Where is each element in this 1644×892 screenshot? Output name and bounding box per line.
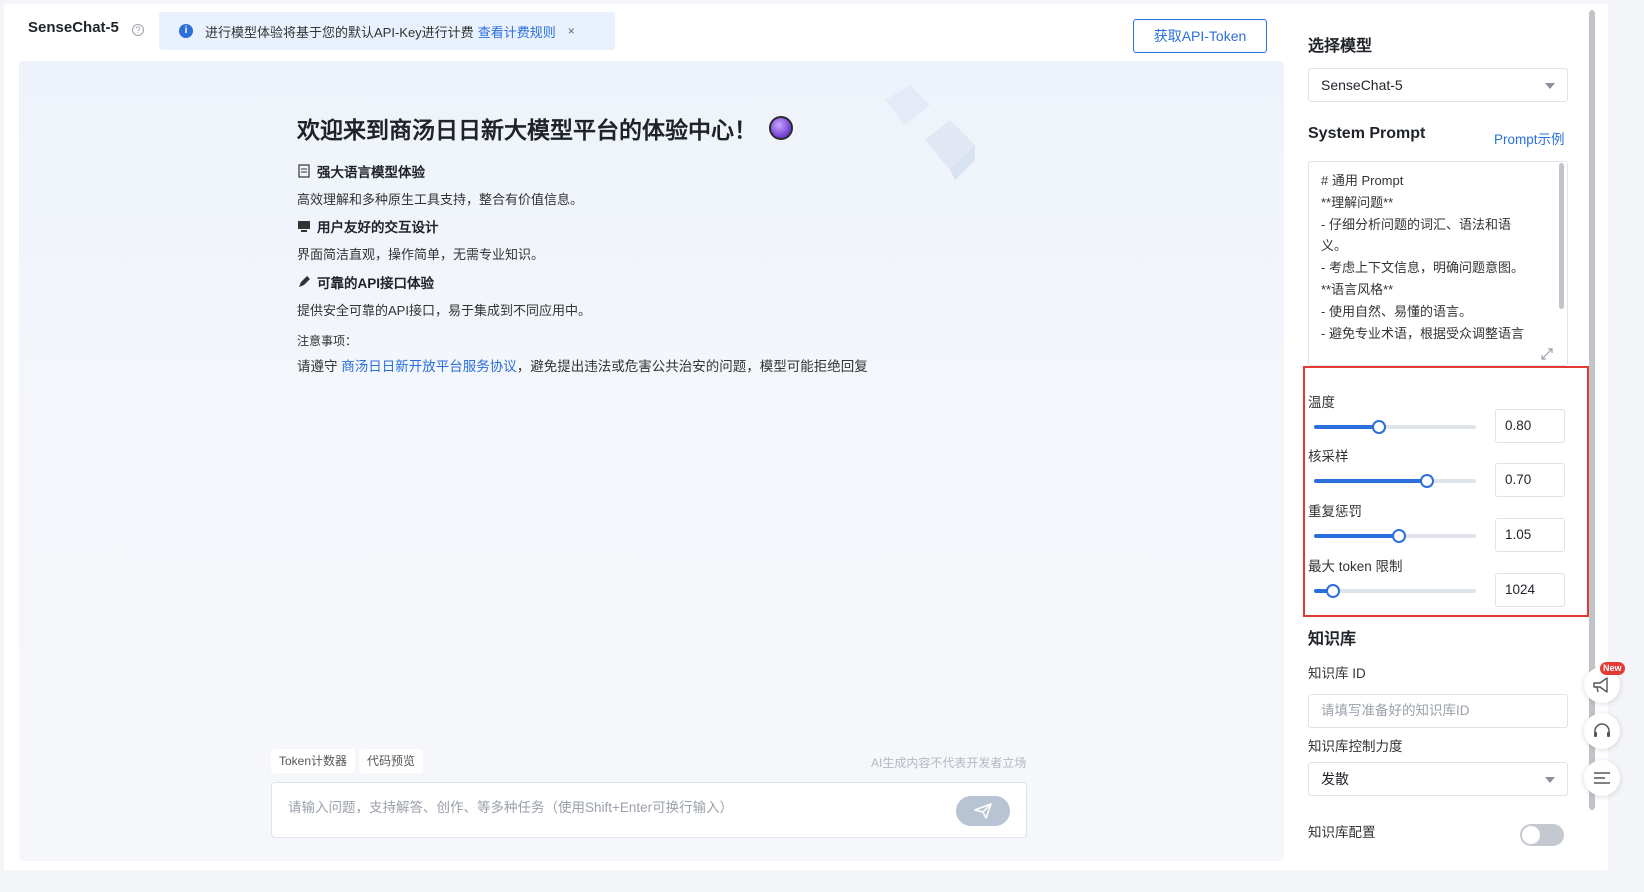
slider-thumb[interactable] (1371, 420, 1386, 434)
notice-suffix: ，避免提出违法或危害公共治安的问题，模型可能拒绝回复 (516, 359, 868, 374)
notice-label: 注意事项： (297, 334, 358, 348)
repetition-penalty-label: 重复惩罚 (1308, 504, 1362, 519)
prompt-line: # 通用 Prompt (1321, 173, 1404, 188)
prompt-scrollbar[interactable] (1559, 163, 1564, 309)
select-model-title: 选择模型 (1308, 38, 1373, 55)
prompt-line: - 仔细分析问题的词汇、语法和语 (1321, 216, 1511, 232)
kb-control-select[interactable]: 发散 (1308, 762, 1568, 796)
kb-id-label: 知识库 ID (1308, 666, 1366, 681)
kb-config-label: 知识库配置 (1308, 825, 1376, 840)
welcome-heading: 欢迎来到商汤日日新大模型平台的体验中心！ (297, 111, 793, 145)
slider-thumb[interactable] (1392, 529, 1407, 543)
slider-fill (1314, 425, 1379, 429)
kb-control-label: 知识库控制力度 (1308, 739, 1403, 754)
feature-title: 用户友好的交互设计 (317, 220, 439, 235)
feature-desc: 提供安全可靠的API接口，易于集成到不同应用中。 (297, 303, 591, 318)
max-token-input[interactable]: 1024 (1495, 573, 1565, 607)
prompt-line: - 考虑上下文信息，明确问题意图。 (1321, 260, 1524, 276)
token-counter-button[interactable]: Token计数器 (271, 749, 356, 773)
crystal-ball-icon (769, 116, 793, 140)
info-icon: i (179, 24, 193, 38)
feature-title: 可靠的API接口体验 (317, 276, 435, 291)
repetition-penalty-slider[interactable] (1314, 529, 1476, 543)
top-p-label: 核采样 (1308, 449, 1349, 464)
get-api-token-button[interactable]: 获取API-Token (1133, 19, 1267, 53)
resize-icon[interactable] (1540, 347, 1554, 361)
welcome-title-text: 欢迎来到商汤日日新大模型平台的体验中心！ (297, 117, 757, 143)
feature-item: 可靠的API接口体验 提供安全可靠的API接口，易于集成到不同应用中。 (297, 272, 591, 319)
support-button[interactable] (1584, 713, 1620, 749)
kb-id-input[interactable]: 请填写准备好的知识库ID (1308, 694, 1568, 728)
billing-notice: i 进行模型体验将基于您的默认API-Key进行计费 查看计费规则 × (159, 12, 615, 50)
max-token-slider[interactable] (1314, 584, 1476, 598)
kb-control-value: 发散 (1321, 771, 1349, 787)
monitor-icon (298, 221, 310, 232)
chat-input-box (271, 782, 1027, 838)
prompt-line: - 避免专业术语，根据受众调整语言 (1321, 325, 1524, 341)
decorative-cubes-icon (885, 85, 975, 180)
top-p-slider[interactable] (1314, 474, 1476, 488)
temperature-slider[interactable] (1314, 420, 1476, 434)
max-token-label: 最大 token 限制 (1308, 559, 1403, 574)
feature-desc: 界面简洁直观，操作简单，无需专业知识。 (297, 247, 545, 262)
feature-item: 用户友好的交互设计 界面简洁直观，操作简单，无需专业知识。 (297, 216, 544, 263)
chevron-down-icon (1545, 777, 1555, 783)
close-icon[interactable]: × (568, 24, 575, 38)
menu-button[interactable] (1584, 760, 1620, 796)
new-badge: New (1600, 662, 1625, 675)
document-icon (298, 164, 310, 178)
service-agreement-link[interactable]: 商汤日日新开放平台服务协议 (341, 359, 517, 374)
send-button[interactable] (956, 796, 1010, 826)
prompt-line: - 使用自然、易懂的语言。 (1321, 303, 1472, 319)
chevron-down-icon (1545, 83, 1555, 89)
top-p-input[interactable]: 0.70 (1495, 463, 1565, 497)
feature-title: 强大语言模型体验 (317, 165, 425, 180)
feature-item: 强大语言模型体验 高效理解和多种原生工具支持，整合有价值信息。 (297, 161, 583, 208)
chat-area (19, 61, 1284, 861)
notice-prefix: 请遵守 (297, 359, 342, 374)
current-model-title: SenseChat-5 (28, 19, 119, 36)
temperature-label: 温度 (1308, 395, 1335, 410)
menu-icon (1594, 772, 1610, 784)
megaphone-icon (1593, 677, 1608, 693)
prompt-line: **语言风格** (1321, 281, 1394, 297)
temperature-input[interactable]: 0.80 (1495, 409, 1565, 443)
billing-rules-link[interactable]: 查看计费规则 (478, 22, 556, 41)
feature-desc: 高效理解和多种原生工具支持，整合有价值信息。 (297, 192, 584, 207)
model-select-value: SenseChat-5 (1321, 77, 1403, 93)
model-select[interactable]: SenseChat-5 (1308, 68, 1568, 102)
prompt-example-link[interactable]: Prompt示例 (1494, 128, 1565, 148)
knowledge-base-title: 知识库 (1308, 631, 1357, 648)
help-icon[interactable]: ? (132, 24, 144, 36)
chat-input[interactable] (288, 800, 928, 815)
code-preview-button[interactable]: 代码预览 (359, 749, 424, 773)
slider-fill (1314, 479, 1428, 483)
prompt-line: **理解问题** (1321, 194, 1394, 210)
slider-fill (1314, 534, 1400, 538)
ai-disclaimer: AI生成内容不代表开发者立场 (871, 756, 1027, 770)
system-prompt-textarea[interactable]: # 通用 Prompt **理解问题** - 仔细分析问题的词汇、语法和语 义。… (1308, 161, 1568, 366)
kb-config-toggle[interactable] (1520, 824, 1564, 846)
prompt-line: 义。 (1321, 238, 1348, 254)
notice-text-line: 请遵守 商汤日日新开放平台服务协议，避免提出违法或危害公共治安的问题，模型可能拒… (297, 355, 868, 375)
notice-text: 进行模型体验将基于您的默认API-Key进行计费 (205, 24, 474, 40)
headset-icon (1594, 723, 1610, 737)
system-prompt-title: System Prompt (1308, 125, 1426, 142)
send-icon (974, 803, 992, 819)
toggle-knob (1522, 826, 1540, 844)
repetition-penalty-input[interactable]: 1.05 (1495, 518, 1565, 552)
pen-icon (299, 276, 310, 287)
